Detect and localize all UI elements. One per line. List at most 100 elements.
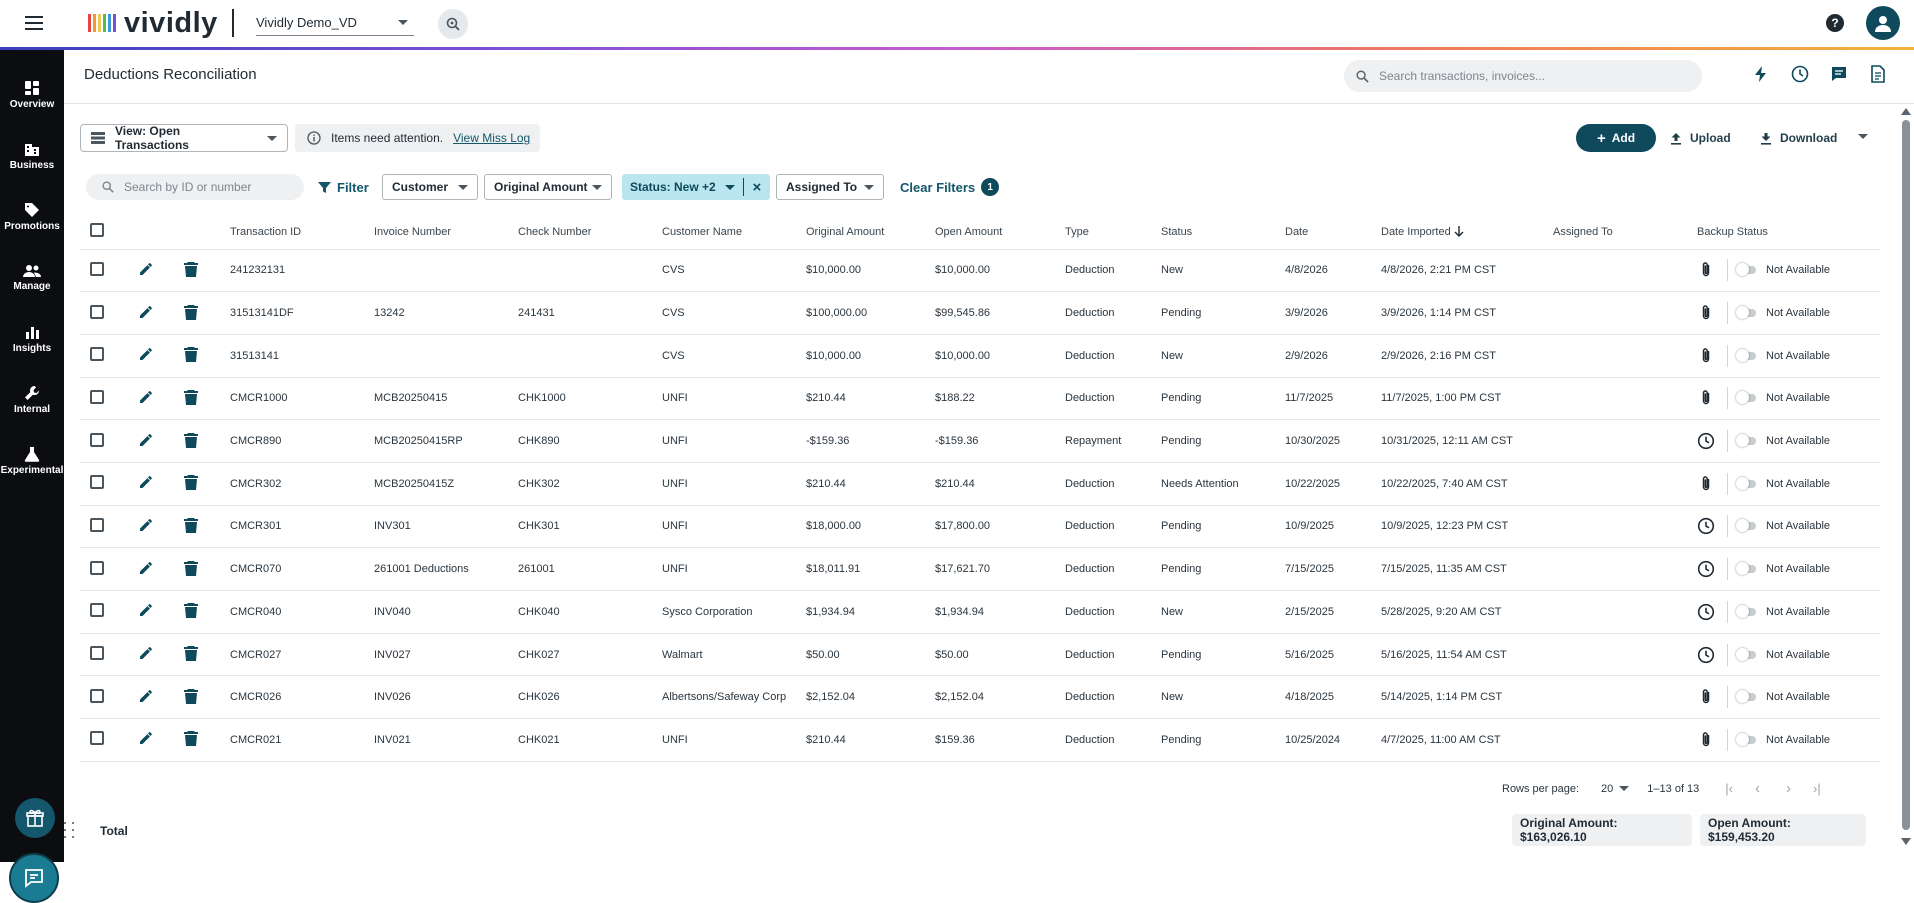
- row-checkbox[interactable]: [90, 389, 104, 404]
- menu-icon[interactable]: [24, 13, 44, 33]
- rows-per-page-select[interactable]: 20: [1601, 783, 1630, 795]
- paperclip-icon[interactable]: [1697, 475, 1715, 493]
- edit-pencil-icon[interactable]: [138, 261, 154, 277]
- trash-icon[interactable]: [184, 474, 198, 491]
- cell-transaction-id[interactable]: CMCR027: [230, 633, 374, 677]
- edit-pencil-icon[interactable]: [138, 389, 154, 405]
- paperclip-icon[interactable]: [1697, 688, 1715, 706]
- trash-icon[interactable]: [184, 346, 198, 363]
- trash-icon[interactable]: [184, 688, 198, 704]
- row-checkbox[interactable]: [90, 475, 104, 490]
- tenant-search-icon[interactable]: [438, 9, 468, 39]
- customer-filter-chip[interactable]: Customer: [382, 174, 478, 200]
- view-miss-log-link[interactable]: View Miss Log: [453, 131, 530, 145]
- row-checkbox[interactable]: [90, 304, 104, 319]
- backup-toggle[interactable]: [1736, 562, 1756, 576]
- col-header-assigned-to[interactable]: Assigned To: [1553, 215, 1697, 250]
- nav-item-internal[interactable]: Internal: [0, 375, 64, 425]
- paperclip-icon[interactable]: [1697, 261, 1715, 279]
- backup-toggle[interactable]: [1736, 690, 1756, 704]
- view-select[interactable]: View: Open Transactions: [80, 124, 288, 152]
- nav-item-overview[interactable]: Overview: [0, 70, 64, 120]
- tenant-select[interactable]: Vividly Demo_VD: [256, 10, 414, 36]
- table-row[interactable]: CMCR026 INV026 CHK026 Albertsons/Safeway Co…: [80, 675, 1880, 720]
- backup-toggle[interactable]: [1736, 647, 1756, 661]
- table-row[interactable]: 241232131 CVS $10,000.00 $10,000.00 Deductio…: [80, 249, 1880, 293]
- row-checkbox[interactable]: [90, 646, 104, 661]
- row-checkbox[interactable]: [90, 603, 104, 618]
- col-header-date-imported[interactable]: Date Imported: [1381, 215, 1553, 250]
- cell-transaction-id[interactable]: 31513141: [230, 334, 374, 378]
- next-page-icon[interactable]: ›: [1786, 780, 1791, 797]
- col-header-type[interactable]: Type: [1065, 215, 1161, 250]
- table-row[interactable]: CMCR890 MCB20250415RP CHK890 UNFI -$159.36 -$…: [80, 419, 1880, 463]
- chat-icon[interactable]: [9, 853, 59, 903]
- row-checkbox[interactable]: [90, 261, 104, 276]
- backup-toggle[interactable]: [1736, 434, 1756, 448]
- col-header-original-amount[interactable]: Original Amount: [806, 215, 935, 250]
- cell-transaction-id[interactable]: 31513141DF: [230, 291, 374, 335]
- lightning-icon[interactable]: [1752, 65, 1770, 83]
- paperclip-icon[interactable]: [1697, 731, 1715, 749]
- table-row[interactable]: CMCR021 INV021 CHK021 UNFI $210.44 $159.36 Ded…: [80, 718, 1880, 762]
- row-checkbox[interactable]: [90, 517, 104, 532]
- first-page-icon[interactable]: |‹: [1725, 781, 1733, 796]
- avatar[interactable]: [1866, 6, 1900, 40]
- table-row[interactable]: CMCR070 261001 Deductions 261001 UNFI $18,01…: [80, 547, 1880, 591]
- backup-toggle[interactable]: [1736, 348, 1756, 362]
- backup-toggle[interactable]: [1736, 604, 1756, 618]
- trash-icon[interactable]: [184, 432, 198, 448]
- col-header-invoice-number[interactable]: Invoice Number: [374, 215, 518, 250]
- nav-item-promotions[interactable]: Promotions: [0, 192, 64, 242]
- id-search-input[interactable]: Search by ID or number: [86, 174, 304, 200]
- trash-icon[interactable]: [184, 560, 198, 576]
- edit-pencil-icon[interactable]: [138, 517, 154, 533]
- trash-icon[interactable]: [184, 602, 198, 619]
- status-filter-open[interactable]: Status: New +2: [622, 178, 744, 196]
- cell-transaction-id[interactable]: CMCR021: [230, 718, 374, 762]
- edit-pencil-icon[interactable]: [138, 730, 154, 746]
- select-all-checkbox[interactable]: [90, 223, 104, 238]
- backup-toggle[interactable]: [1736, 476, 1756, 490]
- download-options-chevron-icon[interactable]: [1858, 134, 1868, 139]
- edit-pencil-icon[interactable]: [138, 645, 154, 661]
- edit-pencil-icon[interactable]: [138, 560, 154, 576]
- trash-icon[interactable]: [184, 389, 198, 405]
- download-button[interactable]: Download: [1760, 124, 1837, 152]
- cell-transaction-id[interactable]: CMCR040: [230, 590, 374, 634]
- edit-pencil-icon[interactable]: [138, 688, 154, 704]
- paperclip-icon[interactable]: [1697, 304, 1715, 322]
- table-row[interactable]: 31513141DF 13242 241431 CVS $100,000.00 $99,5…: [80, 291, 1880, 335]
- row-checkbox[interactable]: [90, 731, 104, 746]
- cell-transaction-id[interactable]: CMCR070: [230, 547, 374, 591]
- trash-icon[interactable]: [184, 645, 198, 662]
- global-search-input[interactable]: Search transactions, invoices...: [1344, 60, 1702, 92]
- backup-toggle[interactable]: [1736, 306, 1756, 320]
- row-checkbox[interactable]: [90, 688, 104, 703]
- drag-handle-icon[interactable]: [64, 822, 76, 840]
- scroll-thumb[interactable]: [1902, 120, 1910, 830]
- filter-button[interactable]: Filter: [318, 174, 369, 200]
- col-header-backup-status[interactable]: Backup Status: [1697, 215, 1880, 250]
- upload-button[interactable]: Upload: [1670, 124, 1731, 152]
- row-checkbox[interactable]: [90, 560, 104, 575]
- clock-icon[interactable]: [1697, 646, 1715, 664]
- document-icon[interactable]: [1869, 65, 1887, 83]
- table-row[interactable]: CMCR302 MCB20250415Z CHK302 UNFI $210.44 $210…: [80, 462, 1880, 506]
- vertical-scrollbar[interactable]: [1900, 108, 1912, 848]
- edit-pencil-icon[interactable]: [138, 474, 154, 490]
- edit-pencil-icon[interactable]: [138, 304, 154, 320]
- trash-icon[interactable]: [184, 261, 198, 277]
- table-row[interactable]: CMCR1000 MCB20250415 CHK1000 UNFI $210.44 $18…: [80, 377, 1880, 421]
- help-icon[interactable]: ?: [1826, 14, 1844, 32]
- col-header-check-number[interactable]: Check Number: [518, 215, 662, 250]
- trash-icon[interactable]: [184, 304, 198, 320]
- col-header-open-amount[interactable]: Open Amount: [935, 215, 1065, 250]
- backup-toggle[interactable]: [1736, 391, 1756, 405]
- comment-icon[interactable]: [1830, 65, 1848, 83]
- backup-toggle[interactable]: [1736, 732, 1756, 746]
- table-row[interactable]: CMCR301 INV301 CHK301 UNFI $18,000.00 $17,800…: [80, 505, 1880, 549]
- table-row[interactable]: 31513141 CVS $10,000.00 $10,000.00 Deduction…: [80, 334, 1880, 378]
- clear-filters-button[interactable]: Clear Filters 1: [900, 174, 1000, 200]
- backup-toggle[interactable]: [1736, 519, 1756, 533]
